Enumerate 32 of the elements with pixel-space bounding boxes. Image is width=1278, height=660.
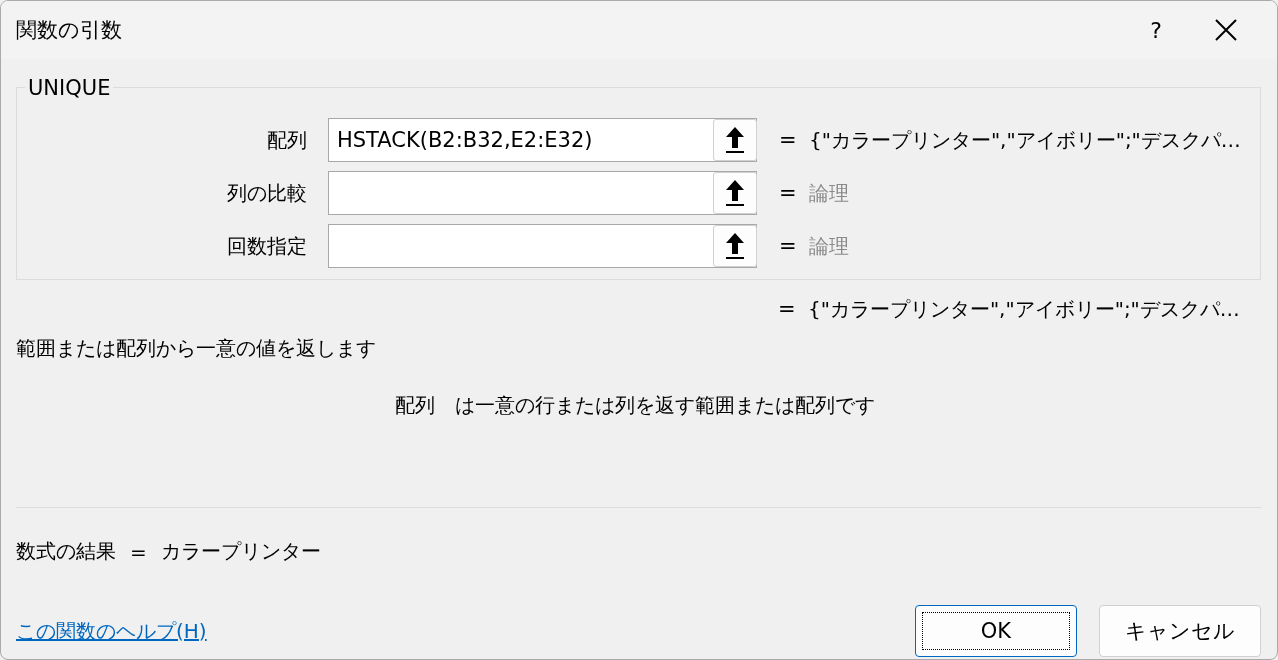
window-title: 関数の引数 <box>16 17 123 44</box>
equals-sign: = <box>778 297 797 321</box>
argument-name: 配列 <box>395 392 435 419</box>
function-description: 範囲または配列から一意の値を返します <box>16 335 377 362</box>
argument-field[interactable] <box>328 171 757 215</box>
equals-sign: = <box>779 128 798 152</box>
help-link[interactable]: この関数のヘルプ(H) <box>16 617 893 645</box>
upload-arrow-icon <box>725 179 745 207</box>
range-select-button[interactable] <box>713 225 757 267</box>
range-select-button[interactable] <box>713 119 757 161</box>
argument-label: 列の比較 <box>226 179 307 207</box>
argument-field[interactable] <box>328 224 757 268</box>
equals-sign: = <box>130 539 147 564</box>
equals-sign: = <box>779 234 798 258</box>
equals-sign: = <box>779 181 798 205</box>
argument-field[interactable]: HSTACK(B2:B32,E2:E32) <box>328 118 757 162</box>
formula-result-label: 数式の結果 <box>16 538 116 565</box>
upload-arrow-icon <box>725 232 745 260</box>
argument-result: {"カラープリンター","アイボリー";"デスクパ… <box>809 126 1241 154</box>
help-button[interactable]: ? <box>1121 1 1191 59</box>
argument-label: 回数指定 <box>226 232 307 260</box>
close-icon <box>1215 19 1237 41</box>
argument-label: 配列 <box>266 126 307 154</box>
ok-button[interactable]: OK <box>915 605 1077 657</box>
formula-result-value: カラープリンター <box>160 538 321 565</box>
range-select-button[interactable] <box>713 172 757 214</box>
cancel-button[interactable]: キャンセル <box>1099 605 1261 657</box>
upload-arrow-icon <box>725 126 745 154</box>
argument-description: は一意の行または列を返す範囲または配列です <box>455 392 875 419</box>
argument-result: 論理 <box>809 232 849 260</box>
function-result: {"カラープリンター","アイボリー";"デスクパ… <box>808 295 1240 323</box>
argument-result: 論理 <box>809 179 849 207</box>
